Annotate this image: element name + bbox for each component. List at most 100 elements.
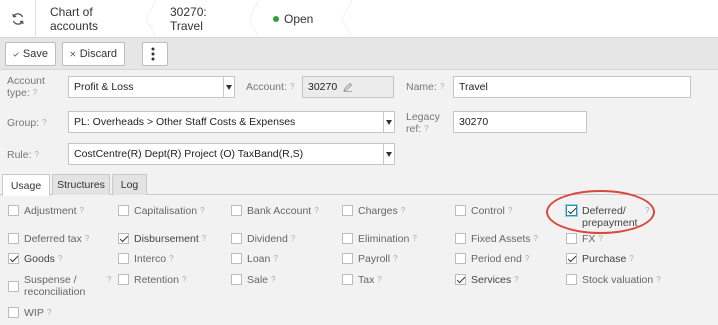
usage-checkbox-capitalisation[interactable]: Capitalisation? [118,205,223,217]
refresh-button[interactable] [0,0,36,37]
help-icon[interactable]: ? [182,274,186,286]
help-icon[interactable]: ? [35,150,39,159]
checkbox[interactable] [455,253,466,264]
checkbox[interactable] [231,205,242,216]
checkbox[interactable] [118,253,129,264]
usage-checkbox-charges[interactable]: Charges? [342,205,447,217]
help-icon[interactable]: ? [107,274,111,286]
rule-select[interactable]: CostCentre(R) Dept(R) Project (O) TaxBan… [68,143,395,165]
checkbox[interactable] [118,274,129,285]
usage-checkbox-wip[interactable]: WIP? [8,307,113,319]
help-icon[interactable]: ? [273,253,277,265]
usage-checkbox-label: Goods [24,253,55,265]
help-icon[interactable]: ? [412,233,416,245]
usage-checkbox-dividend[interactable]: Dividend? [231,233,336,245]
checkbox[interactable] [8,253,19,264]
usage-checkbox-loan[interactable]: Loan? [231,253,336,265]
checkbox[interactable] [566,274,577,285]
usage-checkbox-elimination[interactable]: Elimination? [342,233,447,245]
checkbox[interactable] [566,253,577,264]
usage-checkbox-fixed-assets[interactable]: Fixed Assets? [455,233,560,245]
checkbox[interactable] [8,307,19,318]
usage-checkbox-sale[interactable]: Sale? [231,274,336,286]
help-icon[interactable]: ? [202,233,206,245]
group-select[interactable]: PL: Overheads > Other Staff Costs & Expe… [68,111,395,133]
help-icon[interactable]: ? [85,233,89,245]
usage-checkbox-adjustment[interactable]: Adjustment? [8,205,113,217]
checkbox[interactable] [455,205,466,216]
checkbox[interactable] [566,233,577,244]
usage-checkbox-deferred-tax[interactable]: Deferred tax? [8,233,113,245]
usage-checkbox-bank-account[interactable]: Bank Account? [231,205,336,217]
usage-checkbox-purchase[interactable]: Purchase? [566,253,706,265]
help-icon[interactable]: ? [58,253,62,265]
checkbox[interactable] [455,233,466,244]
checkbox[interactable] [231,233,242,244]
help-icon[interactable]: ? [377,274,381,286]
chevron-down-icon [383,144,394,164]
usage-checkbox-goods[interactable]: Goods? [8,253,113,265]
usage-checkbox-disbursement[interactable]: Disbursement? [118,233,223,245]
legacy-ref-input[interactable]: 30270 [453,111,587,133]
usage-checkbox-services[interactable]: Services? [455,274,560,286]
breadcrumb-status[interactable]: Open [259,0,352,38]
more-options-button[interactable] [142,42,168,66]
checkbox[interactable] [8,281,19,292]
vertical-ellipsis-icon [151,47,155,61]
check-icon [13,51,19,57]
checkbox[interactable] [342,205,353,216]
close-icon [70,51,76,57]
checkbox[interactable] [342,274,353,285]
checkbox[interactable] [231,253,242,264]
checkbox[interactable] [8,233,19,244]
help-icon[interactable]: ? [200,205,204,217]
help-icon[interactable]: ? [290,82,294,91]
usage-checkbox-payroll[interactable]: Payroll? [342,253,447,265]
breadcrumb-account[interactable]: 30270: Travel [156,0,259,38]
checkbox[interactable] [455,274,466,285]
usage-checkbox-fx[interactable]: FX? [566,233,706,245]
account-type-select[interactable]: Profit & Loss [68,76,235,98]
tab-usage[interactable]: Usage [2,174,50,196]
breadcrumb-chart-of-accounts[interactable]: Chart of accounts [36,0,156,38]
usage-checkbox-retention[interactable]: Retention? [118,274,223,286]
help-icon[interactable]: ? [525,253,529,265]
action-bar: Save Discard [0,38,718,70]
help-icon[interactable]: ? [271,274,275,286]
help-icon[interactable]: ? [629,253,633,265]
tab-structures[interactable]: Structures [52,174,110,195]
usage-checkbox-suspense-reconciliation[interactable]: Suspense / reconciliation? [8,274,113,298]
pencil-icon[interactable] [343,82,353,92]
help-icon[interactable]: ? [47,307,51,319]
help-icon[interactable]: ? [314,205,318,217]
help-icon[interactable]: ? [440,82,444,91]
checkbox[interactable] [342,233,353,244]
usage-checkbox-control[interactable]: Control? [455,205,560,217]
help-icon[interactable]: ? [401,205,405,217]
help-icon[interactable]: ? [42,118,46,127]
help-icon[interactable]: ? [80,205,84,217]
help-icon[interactable]: ? [33,88,37,97]
checkbox[interactable] [8,205,19,216]
help-icon[interactable]: ? [291,233,295,245]
help-icon[interactable]: ? [393,253,397,265]
checkbox[interactable] [342,253,353,264]
checkbox[interactable] [231,274,242,285]
usage-checkbox-stock-valuation[interactable]: Stock valuation? [566,274,706,286]
help-icon[interactable]: ? [598,233,602,245]
help-icon[interactable]: ? [514,274,518,286]
help-icon[interactable]: ? [534,233,538,245]
help-icon[interactable]: ? [656,274,660,286]
discard-button[interactable]: Discard [62,42,125,66]
help-icon[interactable]: ? [424,124,428,133]
checkbox[interactable] [118,233,129,244]
tab-log[interactable]: Log [112,174,147,195]
save-button[interactable]: Save [5,42,56,66]
help-icon[interactable]: ? [169,253,173,265]
usage-checkbox-period-end[interactable]: Period end? [455,253,560,265]
help-icon[interactable]: ? [508,205,512,217]
checkbox[interactable] [118,205,129,216]
name-input[interactable]: Travel [453,76,691,98]
usage-checkbox-interco[interactable]: Interco? [118,253,223,265]
usage-checkbox-tax[interactable]: Tax? [342,274,447,286]
